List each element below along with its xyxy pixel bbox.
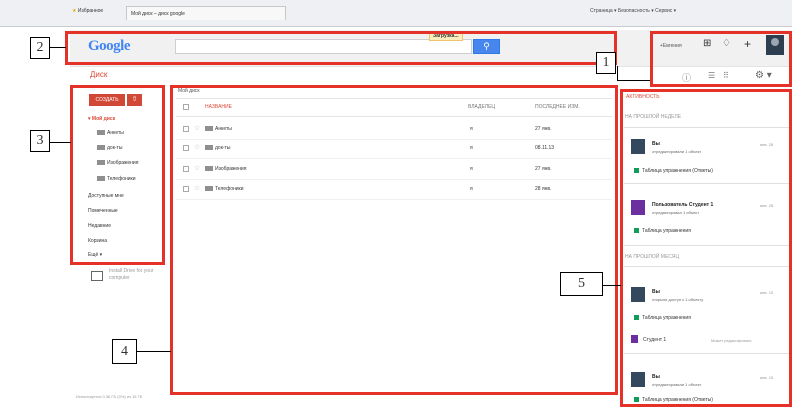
browser-tab[interactable]: Мой диск – диск google (126, 6, 286, 20)
computer-icon (91, 271, 103, 281)
browser-tools[interactable]: Страница ▾ Безопасность ▾ Сервис ▾ (590, 8, 676, 14)
callout-label: 4 (112, 339, 137, 364)
callout-label: 3 (30, 130, 50, 152)
callout-line (617, 80, 650, 81)
callout-line (617, 66, 618, 80)
annotation-box-filelist (170, 85, 618, 395)
annotation-box-account (650, 31, 792, 87)
callout-line (137, 351, 171, 352)
callout-line (50, 47, 66, 48)
callout-line (603, 285, 621, 286)
callout-label: 5 (560, 272, 603, 296)
callout-label: 2 (30, 37, 50, 59)
annotation-box-header (65, 31, 617, 65)
callout-line (50, 142, 71, 143)
storage-info: Используется 0,36 ГБ (0%) из 15 ГБ (76, 394, 143, 399)
install-drive-link[interactable]: Install Drive for your computer (109, 268, 169, 282)
annotation-box-sidebar (70, 85, 165, 265)
favorites-button[interactable]: ★ Избранное (72, 8, 103, 14)
callout-label: 1 (596, 52, 616, 74)
star-icon: ★ (72, 8, 77, 14)
app-title: Диск (90, 70, 108, 79)
browser-toolbar: ★ Избранное Мой диск – диск google Стран… (0, 0, 792, 27)
annotation-box-activity (620, 89, 792, 407)
